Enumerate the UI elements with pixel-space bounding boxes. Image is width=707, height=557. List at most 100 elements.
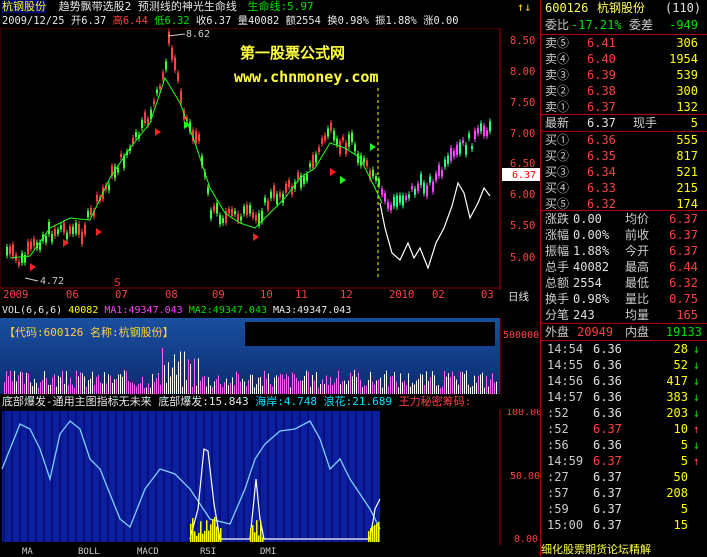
stat-row: 换手 0.98% 量比 0.75 bbox=[541, 291, 706, 307]
scroll-down-icon[interactable]: ↓ bbox=[524, 0, 531, 14]
volume-bar bbox=[70, 378, 71, 394]
candle-body bbox=[348, 134, 350, 147]
indicator-yellow-bar bbox=[254, 532, 256, 542]
volume-bar bbox=[446, 376, 447, 394]
candle-body bbox=[141, 120, 143, 129]
candle-body bbox=[459, 142, 461, 154]
volume-bar bbox=[340, 384, 341, 394]
volume-bar bbox=[454, 376, 455, 394]
outer-label: 外盘 bbox=[545, 325, 570, 339]
volume-bar bbox=[52, 377, 53, 394]
volume-bar bbox=[58, 375, 59, 394]
volume-bar bbox=[18, 375, 19, 394]
candle-body bbox=[288, 180, 290, 188]
volume-bar bbox=[76, 370, 77, 394]
volume-bar bbox=[258, 377, 259, 394]
volume-bar bbox=[244, 381, 245, 394]
indicator-label4: 王力秘密筹码: bbox=[398, 395, 472, 408]
candle-body bbox=[342, 137, 344, 141]
price-y-tick: 7.50 bbox=[510, 97, 535, 109]
bid-row: 买③ 6.34 521 bbox=[541, 164, 706, 180]
volume-y-tick: 500000 bbox=[503, 330, 539, 341]
ask-label: 卖⑤ bbox=[545, 36, 570, 50]
bid-label: 买④ bbox=[545, 181, 570, 195]
date-tick: 2009 bbox=[3, 289, 29, 301]
volume-bar bbox=[16, 381, 17, 394]
watermark-line2: www.chnmoney.com bbox=[234, 68, 379, 86]
change-label: 涨 bbox=[423, 15, 434, 27]
candle-body bbox=[432, 181, 434, 192]
tick-volume: 383 bbox=[666, 390, 688, 404]
tick-time: 14:59 bbox=[547, 454, 584, 468]
volume-bar bbox=[66, 370, 67, 394]
volume-bar bbox=[242, 378, 243, 394]
volume-bar bbox=[486, 375, 487, 394]
stock-name[interactable]: 杭钢股份 bbox=[2, 0, 46, 13]
tab-boll[interactable]: BOLL bbox=[78, 547, 100, 557]
amplitude-value: 1.88% bbox=[385, 15, 417, 27]
indicator-yellow-bar bbox=[378, 521, 380, 542]
volume-bar bbox=[46, 377, 47, 394]
trough-label: 4.72 bbox=[40, 276, 64, 287]
latest-value: 6.37 bbox=[587, 116, 616, 130]
outer-value: 20949 bbox=[577, 325, 614, 339]
candle-body bbox=[303, 176, 305, 184]
tick-time: :52 bbox=[547, 422, 569, 436]
volume-bar bbox=[232, 377, 233, 394]
volume-bar bbox=[174, 354, 175, 394]
price-y-axis: 8.50 8.00 7.50 7.00 6.50 6.00 5.50 5.00 bbox=[510, 35, 535, 264]
volume-bar bbox=[374, 384, 375, 394]
date-tick: 03 bbox=[481, 289, 494, 301]
volume-bar bbox=[420, 373, 421, 394]
volume-bar bbox=[34, 378, 35, 394]
volume-bar bbox=[262, 385, 263, 394]
indicator-chart[interactable]: 100.00 50.00 0.00 bbox=[0, 409, 540, 545]
stat-label: 最低 bbox=[625, 276, 650, 290]
volume-bar bbox=[438, 384, 439, 394]
stat-value: 6.44 bbox=[669, 260, 698, 274]
volume-bar bbox=[402, 382, 403, 394]
candle-body bbox=[450, 147, 452, 161]
volume-bar bbox=[84, 376, 85, 394]
candle-body bbox=[21, 253, 23, 263]
candle-body bbox=[282, 193, 284, 204]
candle-body bbox=[456, 144, 458, 155]
weibi-row: 委比 -17.21% 委差 -949 bbox=[541, 17, 706, 33]
candle-body bbox=[159, 85, 161, 90]
candle-body bbox=[51, 234, 53, 242]
volume-bar bbox=[150, 387, 151, 394]
volume-bar bbox=[452, 371, 453, 394]
candle-body bbox=[54, 228, 56, 236]
indicator-yellow-bar bbox=[216, 526, 218, 542]
candle-body bbox=[216, 203, 218, 214]
indicator-yellow-bar bbox=[368, 531, 370, 542]
stat-value: 0.98% bbox=[573, 292, 610, 306]
tab-rsi[interactable]: RSI bbox=[200, 547, 216, 557]
volume-bar bbox=[218, 375, 219, 394]
candle-body bbox=[483, 125, 485, 136]
candle-body bbox=[357, 153, 359, 163]
candle-body bbox=[306, 174, 308, 181]
volume-bar bbox=[336, 378, 337, 394]
stat-label: 均量 bbox=[625, 308, 650, 322]
tab-ma[interactable]: MA bbox=[22, 547, 33, 557]
volume-bar bbox=[346, 384, 347, 394]
candle-body bbox=[180, 90, 182, 104]
tab-macd[interactable]: MACD bbox=[137, 547, 159, 557]
volume-bar bbox=[298, 381, 299, 394]
candle-body bbox=[315, 154, 317, 163]
candle-body bbox=[228, 208, 230, 214]
tick-direction-icon: ↓ bbox=[692, 390, 700, 404]
tab-dmi[interactable]: DMI bbox=[260, 547, 276, 557]
shou-value: 5 bbox=[690, 116, 698, 130]
candle-body bbox=[240, 216, 242, 221]
volume-bar bbox=[284, 379, 285, 394]
volume-bar bbox=[290, 387, 291, 394]
period-label[interactable]: 日线 bbox=[508, 289, 529, 304]
volume-bar bbox=[318, 387, 319, 394]
tick-row: :56 6.36 5 ↓ bbox=[541, 437, 706, 453]
volume-bar bbox=[388, 386, 389, 394]
candle-body bbox=[447, 155, 449, 164]
weibi-value: -17.21% bbox=[571, 18, 622, 32]
volume-bar bbox=[428, 380, 429, 394]
